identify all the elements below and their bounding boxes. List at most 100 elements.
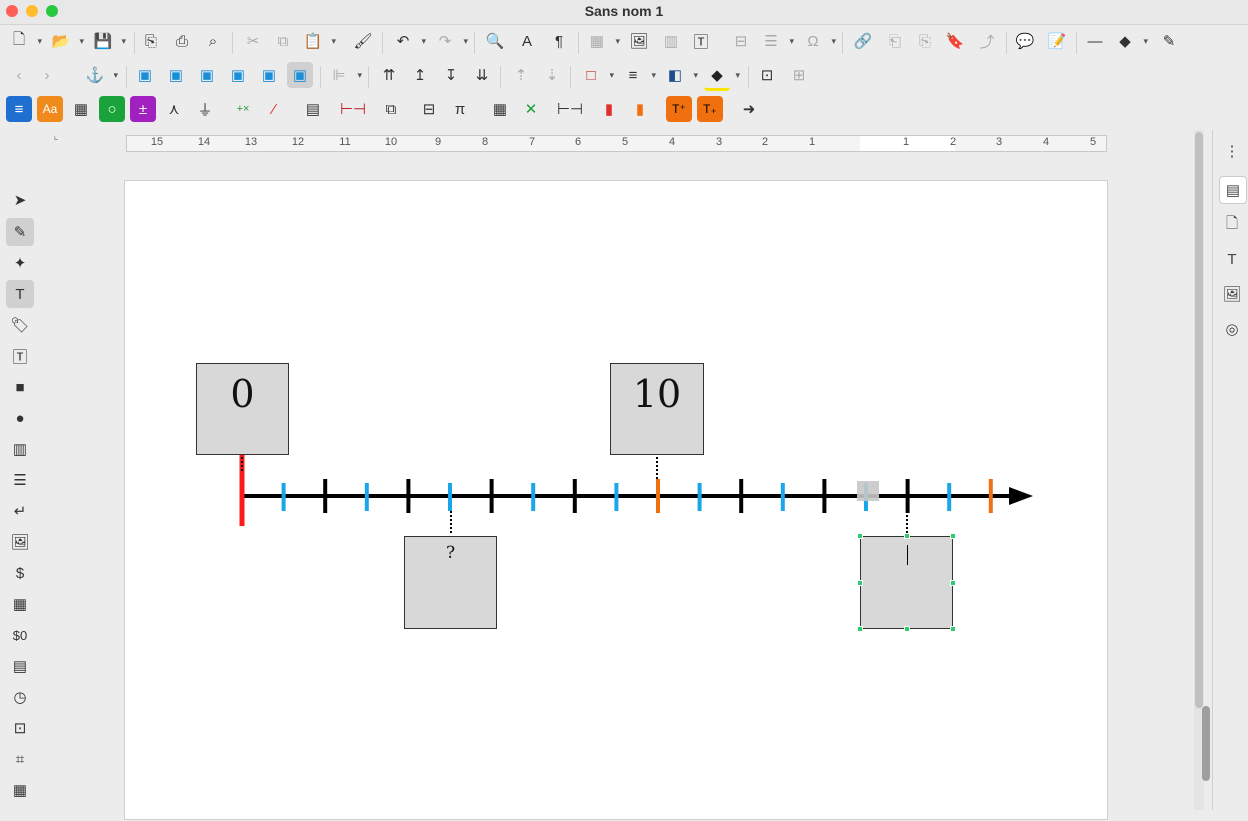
calculator-icon[interactable]: ▤: [300, 96, 326, 122]
math-ops-icon[interactable]: +×: [230, 96, 256, 122]
selection-handle[interactable]: [857, 533, 863, 539]
footnote-icon[interactable]: ⎗: [882, 28, 908, 54]
align-center-icon[interactable]: ⊟: [416, 96, 442, 122]
comment-icon[interactable]: 💬: [1012, 28, 1038, 54]
rectangle-icon[interactable]: ■: [6, 373, 34, 401]
dimension-line-icon[interactable]: ⊢⊣: [340, 96, 366, 122]
page-icon[interactable]: 🗋: [1219, 212, 1245, 238]
dollar-icon[interactable]: $: [6, 559, 34, 587]
styles-icon[interactable]: T: [1219, 246, 1245, 272]
slash-icon[interactable]: ⁄: [261, 96, 287, 122]
new-document-icon[interactable]: 🗋: [6, 28, 42, 54]
text-decrease-icon[interactable]: T₊: [697, 96, 723, 122]
node-icon[interactable]: ⋏: [161, 96, 187, 122]
return-icon[interactable]: ↵: [6, 497, 34, 525]
line-style-icon[interactable]: ≡: [620, 62, 656, 88]
selection-handle[interactable]: [950, 579, 956, 586]
lines-icon[interactable]: ≡: [6, 96, 32, 122]
document-page[interactable]: 0 10 ?: [124, 180, 1108, 820]
insert-field-icon[interactable]: ☰: [758, 28, 794, 54]
page-icon[interactable]: ▥: [6, 435, 34, 463]
wrap-through-icon[interactable]: ▣: [287, 62, 313, 88]
box-question[interactable]: ?: [404, 536, 497, 629]
frame-icon[interactable]: ⧉: [378, 96, 404, 122]
selection-handle[interactable]: [857, 579, 863, 586]
redo-icon[interactable]: ↷: [432, 28, 468, 54]
undo-icon[interactable]: ↶: [390, 28, 426, 54]
selection-handle[interactable]: [903, 533, 910, 539]
bring-front-icon[interactable]: ⇈: [376, 62, 402, 88]
vertical-scrollbar[interactable]: [1194, 130, 1210, 810]
clone-formatting-icon[interactable]: 🖌: [350, 28, 376, 54]
selection-handle[interactable]: [857, 626, 863, 632]
horizontal-ruler[interactable]: 15 14 13 12 11 10 9 8 7 6 5 4 3 2 1 1 2 3 4 5: [126, 135, 1107, 152]
orange-tick-icon[interactable]: ▮: [627, 96, 653, 122]
magic-wand-icon[interactable]: ✦: [6, 249, 34, 277]
text-tool-icon[interactable]: T: [6, 280, 34, 308]
copy-icon[interactable]: ⧉: [270, 28, 296, 54]
box-zero[interactable]: 0: [196, 363, 289, 455]
insert-table-icon[interactable]: ▦: [584, 28, 620, 54]
box-ten[interactable]: 10: [610, 363, 704, 455]
send-back-icon[interactable]: ⇊: [469, 62, 495, 88]
dollar-zero-icon[interactable]: $0: [6, 621, 34, 649]
clock-icon[interactable]: ◷: [6, 683, 34, 711]
draw-icon[interactable]: ✎: [1156, 28, 1182, 54]
to-foreground-icon[interactable]: ⇡: [508, 62, 534, 88]
special-character-icon[interactable]: Ω: [800, 28, 836, 54]
bookmark-icon[interactable]: 🔖: [942, 28, 968, 54]
wrap-right-icon[interactable]: ▣: [256, 62, 282, 88]
back-icon[interactable]: ‹: [6, 62, 32, 88]
red-tick-icon[interactable]: ▮: [596, 96, 622, 122]
tag-icon[interactable]: 🏷: [6, 311, 34, 339]
insert-textbox-icon[interactable]: 🅃: [688, 28, 714, 54]
selection-handle[interactable]: [950, 533, 956, 539]
insert-image-icon[interactable]: 🖼: [626, 28, 652, 54]
grid-icon[interactable]: ▦: [68, 96, 94, 122]
calendar-icon[interactable]: ▦: [6, 590, 34, 618]
anchor-icon[interactable]: ⚓: [82, 62, 118, 88]
text-increase-icon[interactable]: T⁺: [666, 96, 692, 122]
plug-icon[interactable]: ⏚: [192, 96, 218, 122]
formatting-marks-icon[interactable]: ¶: [546, 28, 572, 54]
paste-icon[interactable]: 📋: [300, 28, 336, 54]
arrow-right-icon[interactable]: ➜: [736, 96, 762, 122]
box-empty-selected[interactable]: [860, 536, 953, 629]
wrap-off-icon[interactable]: ▣: [132, 62, 158, 88]
cut-icon[interactable]: ✂: [240, 28, 266, 54]
border-color-icon[interactable]: ◧: [662, 62, 698, 88]
track-changes-icon[interactable]: 📝: [1044, 28, 1070, 54]
print-icon[interactable]: ⎙: [169, 28, 195, 54]
open-icon[interactable]: 📂: [48, 28, 84, 54]
camera-icon[interactable]: ⊡: [6, 714, 34, 742]
find-replace-icon[interactable]: 🔍: [482, 28, 508, 54]
unlink-frames-icon[interactable]: ⊞: [786, 62, 812, 88]
export-pdf-icon[interactable]: ⎘: [138, 28, 164, 54]
backward-one-icon[interactable]: ↧: [438, 62, 464, 88]
hyperlink-icon[interactable]: 🔗: [850, 28, 876, 54]
insert-chart-icon[interactable]: ▥: [658, 28, 684, 54]
scrollbar-thumb[interactable]: [1202, 706, 1210, 781]
basic-shapes-icon[interactable]: ◆: [1112, 28, 1148, 54]
list-icon[interactable]: ☰: [6, 466, 34, 494]
textbox-icon[interactable]: 🅃: [6, 342, 34, 370]
ruler-line-icon[interactable]: ⊢⊣: [557, 96, 583, 122]
circle-icon[interactable]: ○: [99, 96, 125, 122]
print-preview-icon[interactable]: ⌕: [200, 28, 226, 54]
pi-icon[interactable]: π: [447, 96, 473, 122]
table-icon[interactable]: ▦: [6, 776, 34, 804]
image-icon[interactable]: 🖼: [6, 528, 34, 556]
gallery-icon[interactable]: 🖼: [1219, 281, 1245, 307]
form-icon[interactable]: ▤: [6, 652, 34, 680]
pencil-icon[interactable]: ✎: [6, 218, 34, 246]
selection-handle[interactable]: [950, 626, 956, 632]
endnote-icon[interactable]: ⎘: [912, 28, 938, 54]
forward-one-icon[interactable]: ↥: [407, 62, 433, 88]
forward-icon[interactable]: ›: [34, 62, 60, 88]
align-objects-icon[interactable]: ⊫: [326, 62, 362, 88]
properties-icon[interactable]: ▤: [1219, 176, 1247, 204]
spellcheck-icon[interactable]: A: [514, 28, 540, 54]
delete-x-icon[interactable]: ✕: [518, 96, 544, 122]
to-background-icon[interactable]: ⇣: [539, 62, 565, 88]
wrap-page-icon[interactable]: ▣: [163, 62, 189, 88]
